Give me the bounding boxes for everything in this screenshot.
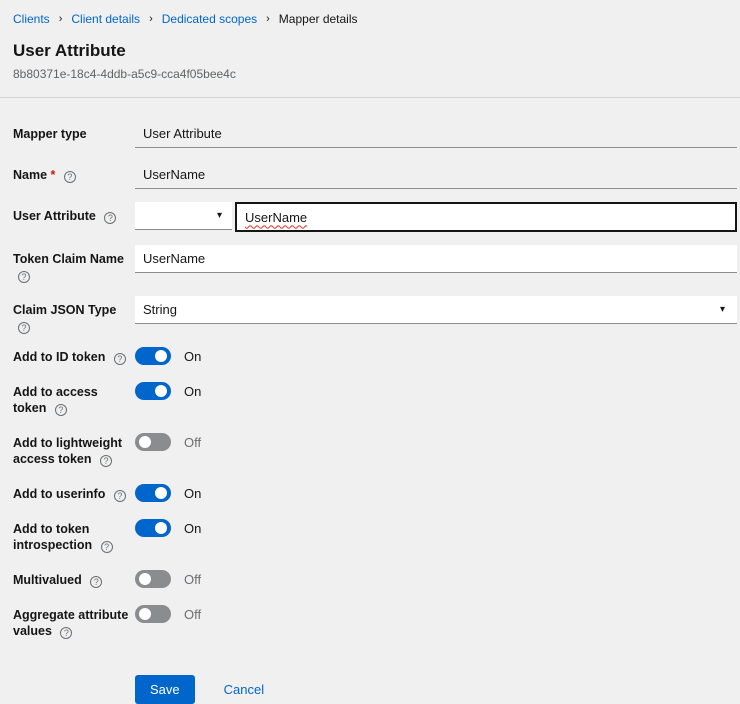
toggle-switch[interactable] (135, 519, 171, 537)
claim-json-type-label: Claim JSON Type ? (13, 296, 135, 334)
mapper-type-value: User Attribute (135, 120, 737, 148)
toggle-knob (139, 436, 151, 448)
toggle-label: Add to ID token ? (13, 347, 135, 365)
mapper-type-label: Mapper type (13, 120, 135, 142)
toggle-switch[interactable] (135, 433, 171, 451)
help-icon[interactable]: ? (60, 627, 72, 639)
breadcrumb-item[interactable]: Client details (71, 12, 140, 26)
required-asterisk: * (51, 168, 56, 182)
caret-down-icon: ▾ (720, 305, 725, 315)
user-attribute-dropdown[interactable]: ▾ (135, 202, 232, 230)
user-attribute-input-value: UserName (245, 210, 307, 225)
toggle-knob (139, 573, 151, 585)
user-attribute-label: User Attribute ? (13, 202, 135, 224)
help-icon[interactable]: ? (101, 541, 113, 553)
toggle-knob (139, 608, 151, 620)
toggle-label: Add to userinfo ? (13, 484, 135, 502)
row-claim-json-type: Claim JSON Type ? String ▾ (13, 296, 737, 334)
toggle-state-label: On (184, 349, 201, 364)
mapper-form: Mapper type User Attribute Name * ? User… (0, 98, 740, 704)
toggle-state-label: On (184, 384, 201, 399)
help-icon[interactable]: ? (104, 212, 116, 224)
toggle-label: Multivalued ? (13, 570, 135, 588)
toggle-row: Add to access token ? On (13, 382, 737, 416)
row-name: Name * ? UserName (13, 161, 737, 189)
mapper-id: 8b80371e-18c4-4ddb-a5c9-cca4f05bee4c (13, 67, 724, 81)
breadcrumb: Clients › Client details › Dedicated scopes ›… (13, 12, 724, 26)
row-mapper-type: Mapper type User Attribute (13, 120, 737, 148)
help-icon[interactable]: ? (18, 271, 30, 283)
toggle-label-text: Add to ID token (13, 350, 105, 364)
toggle-row: Add to ID token ? On (13, 347, 737, 365)
toggle-row: Multivalued ? Off (13, 570, 737, 588)
page-title: User Attribute (13, 41, 724, 61)
help-icon[interactable]: ? (55, 404, 67, 416)
toggle-state-label: Off (184, 607, 201, 622)
toggle-state-label: On (184, 486, 201, 501)
toggle-state-label: Off (184, 435, 201, 450)
toggle-label-text: Multivalued (13, 573, 82, 587)
breadcrumb-separator-icon: › (266, 12, 270, 26)
help-icon[interactable]: ? (90, 576, 102, 588)
help-icon[interactable]: ? (64, 171, 76, 183)
breadcrumb-item[interactable]: Dedicated scopes (162, 12, 257, 26)
toggle-switch[interactable] (135, 484, 171, 502)
breadcrumb-item[interactable]: Clients (13, 12, 50, 26)
help-icon[interactable]: ? (114, 490, 126, 502)
help-icon[interactable]: ? (100, 455, 112, 467)
toggle-label: Aggregate attribute values ? (13, 605, 135, 639)
name-field[interactable]: UserName (135, 161, 737, 189)
breadcrumb-item: Mapper details (279, 12, 358, 26)
page-header: Clients › Client details › Dedicated scopes ›… (0, 0, 740, 81)
toggle-knob (155, 350, 167, 362)
toggle-label: Add to token introspection ? (13, 519, 135, 553)
breadcrumb-separator-icon: › (149, 12, 153, 26)
breadcrumb-separator-icon: › (59, 12, 63, 26)
name-label: Name * ? (13, 161, 135, 183)
toggle-label-text: Add to userinfo (13, 487, 105, 501)
toggle-state-label: On (184, 521, 201, 536)
toggle-rows: Add to ID token ? On Add to access token… (13, 347, 737, 639)
toggle-knob (155, 385, 167, 397)
toggle-row: Add to lightweight access token ? Off (13, 433, 737, 467)
toggle-switch[interactable] (135, 347, 171, 365)
cancel-link[interactable]: Cancel (224, 682, 264, 697)
token-claim-name-input[interactable]: UserName (135, 245, 737, 273)
toggle-label: Add to lightweight access token ? (13, 433, 135, 467)
claim-json-type-select[interactable]: String ▾ (135, 296, 737, 324)
toggle-label-text: Add to token introspection (13, 522, 92, 552)
toggle-row: Add to userinfo ? On (13, 484, 737, 502)
toggle-switch[interactable] (135, 382, 171, 400)
save-button[interactable]: Save (135, 675, 195, 704)
token-claim-name-label: Token Claim Name ? (13, 245, 135, 283)
toggle-knob (155, 487, 167, 499)
toggle-row: Aggregate attribute values ? Off (13, 605, 737, 639)
toggle-row: Add to token introspection ? On (13, 519, 737, 553)
toggle-switch[interactable] (135, 570, 171, 588)
caret-down-icon: ▾ (217, 211, 222, 221)
help-icon[interactable]: ? (18, 322, 30, 334)
toggle-state-label: Off (184, 572, 201, 587)
help-icon[interactable]: ? (114, 353, 126, 365)
toggle-switch[interactable] (135, 605, 171, 623)
user-attribute-input[interactable]: UserName (235, 202, 737, 232)
row-user-attribute: User Attribute ? ▾ UserName (13, 202, 737, 232)
toggle-knob (155, 522, 167, 534)
toggle-label: Add to access token ? (13, 382, 135, 416)
claim-json-type-value: String (143, 302, 177, 317)
form-actions: Save Cancel (135, 675, 737, 704)
row-token-claim-name: Token Claim Name ? UserName (13, 245, 737, 283)
